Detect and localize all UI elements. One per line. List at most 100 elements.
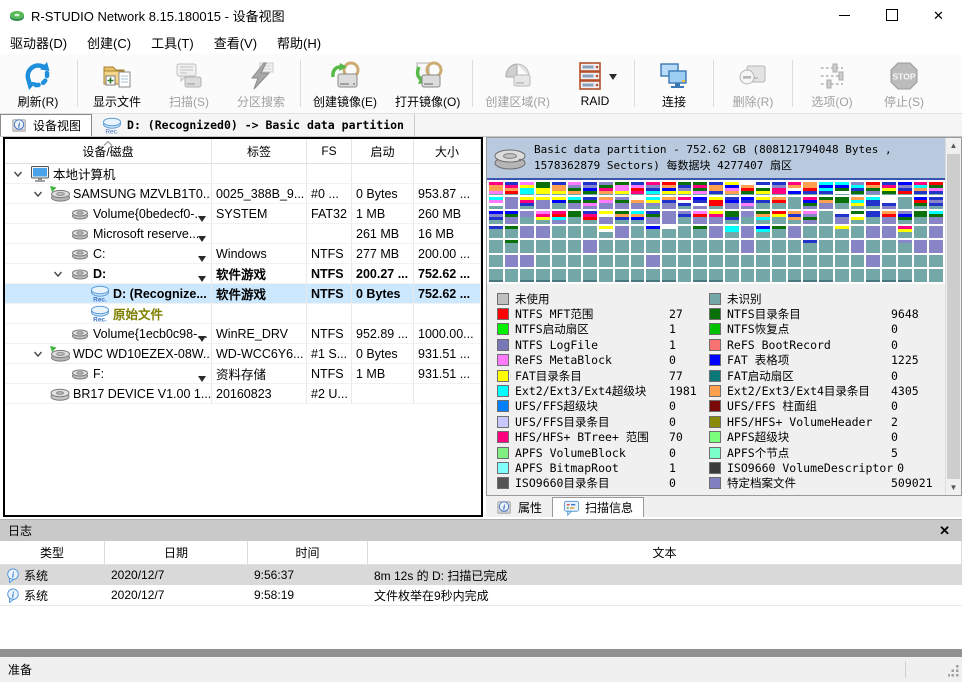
device-size: 16 MB — [414, 224, 481, 243]
scan-panel-scrollbar[interactable]: ▲ ▼ — [945, 138, 961, 495]
column-header-1[interactable]: 标签 — [212, 139, 307, 163]
raid-button[interactable]: RAID — [559, 54, 631, 113]
connect-button[interactable]: 连接 — [638, 54, 710, 113]
expander-icon[interactable] — [29, 189, 47, 199]
menu-item-2[interactable]: 工具(T) — [141, 29, 204, 56]
log-column-header-0[interactable]: 类型 — [0, 541, 105, 564]
legend-value: 0 — [891, 399, 898, 413]
scan-block — [693, 211, 707, 224]
scan-block — [631, 211, 645, 224]
scan-block — [725, 269, 739, 282]
expander-icon[interactable] — [29, 349, 47, 359]
scan-block — [693, 226, 707, 239]
device-row-6[interactable]: Rec.D: (Recognize...软件游戏NTFS0 Bytes752.6… — [5, 284, 481, 304]
scroll-up-icon[interactable]: ▲ — [946, 138, 961, 153]
log-column-header-2[interactable]: 时间 — [248, 541, 368, 564]
column-header-2[interactable]: FS — [307, 139, 352, 163]
column-header-0[interactable]: 设备/磁盘 — [5, 139, 212, 163]
scan-block — [489, 255, 503, 268]
tab-label: D: (Recognized0) -> Basic data partition — [127, 118, 404, 132]
volume-dropdown-icon[interactable] — [198, 251, 206, 263]
scan-block — [615, 240, 629, 253]
tab-device-view[interactable]: i设备视图 — [0, 114, 92, 136]
device-row-3[interactable]: Microsoft reserve...261 MB16 MB — [5, 224, 481, 244]
scan-block — [536, 211, 550, 224]
info-tab-icon: i — [496, 499, 513, 516]
legend-swatch — [709, 400, 721, 412]
legend-item: ReFS BootRecord0 — [709, 337, 945, 352]
device-row-8[interactable]: Volume{1ecb0c98-...WinRE_DRVNTFS952.89 .… — [5, 324, 481, 344]
log-column-header-3[interactable]: 文本 — [368, 541, 962, 564]
scan-block — [599, 182, 613, 195]
open-image-button[interactable]: 打开镜像(O) — [386, 54, 469, 113]
device-row-7[interactable]: Rec.原始文件 — [5, 304, 481, 324]
device-row-9[interactable]: WDC WD10EZEX-08W...WD-WCC6Y6...#1 S...0 … — [5, 344, 481, 364]
log-date: 2020/12/7 — [105, 565, 248, 585]
scan-block — [646, 211, 660, 224]
scan-block — [568, 226, 582, 239]
legend-label: FAT 表格项 — [727, 352, 887, 368]
device-row-4[interactable]: C:WindowsNTFS277 MB200.00 ... — [5, 244, 481, 264]
scan-block — [615, 226, 629, 239]
volume-dropdown-icon[interactable] — [198, 331, 206, 343]
volume-dropdown-icon[interactable] — [198, 271, 206, 283]
device-row-0[interactable]: 本地计算机 — [5, 164, 481, 184]
create-image-label: 创建镜像(E) — [313, 93, 377, 110]
expander-icon[interactable] — [49, 269, 67, 279]
legend-item: APFS超级块0 — [709, 430, 945, 445]
scrollbar-thumb[interactable] — [947, 154, 960, 479]
log-type: i系统 — [0, 565, 105, 585]
device-fs — [307, 164, 352, 183]
device-row-10[interactable]: F:资料存储NTFS1 MB931.51 ... — [5, 364, 481, 384]
device-row-5[interactable]: D:软件游戏NTFS200.27 ...752.62 ... — [5, 264, 481, 284]
device-start — [352, 304, 414, 323]
scan-block — [505, 255, 519, 268]
column-header-4[interactable]: 大小 — [414, 139, 481, 163]
log-row-0[interactable]: i系统2020/12/79:56:378m 12s 的 D: 扫描已完成 — [0, 565, 962, 585]
log-close-button[interactable]: ✕ — [935, 524, 954, 537]
scan-block — [851, 240, 865, 253]
volume-dropdown-icon[interactable] — [198, 231, 206, 243]
column-header-3[interactable]: 启动 — [352, 139, 414, 163]
options-button: 选项(O) — [796, 54, 868, 113]
scroll-down-icon[interactable]: ▼ — [946, 480, 961, 495]
scan-block — [772, 255, 786, 268]
device-row-1[interactable]: SAMSUNG MZVLB1T0...0025_388B_9...#0 ...0… — [5, 184, 481, 204]
tab-partition[interactable]: Rec.D: (Recognized0) -> Basic data parti… — [92, 114, 415, 136]
refresh-button[interactable]: 刷新(R) — [2, 54, 74, 113]
device-row-11[interactable]: BR17 DEVICE V1.00 1....20160823#2 U... — [5, 384, 481, 404]
device-label: WD-WCC6Y6... — [212, 344, 307, 363]
expander-icon[interactable] — [9, 169, 27, 179]
log-column-header-1[interactable]: 日期 — [105, 541, 248, 564]
menu-item-4[interactable]: 帮助(H) — [267, 29, 331, 56]
menu-item-1[interactable]: 创建(C) — [77, 29, 141, 56]
legend-swatch — [709, 354, 721, 366]
menu-item-3[interactable]: 查看(V) — [204, 29, 267, 56]
legend-item: UFS/FFS 柱面组0 — [709, 399, 945, 414]
create-image-button[interactable]: 创建镜像(E) — [304, 54, 386, 113]
partition-info-text: Basic data partition - 752.62 GB (808121… — [534, 142, 945, 174]
scan-block — [914, 269, 928, 282]
menu-item-0[interactable]: 驱动器(D) — [0, 29, 77, 56]
volume-icon — [71, 326, 89, 341]
tab-properties[interactable]: i属性 — [486, 497, 552, 517]
open-image-label: 打开镜像(O) — [395, 93, 460, 110]
show-files-button[interactable]: 显示文件 — [81, 54, 153, 113]
toolbar: 刷新(R)显示文件扫描(S)分区搜索创建镜像(E)打开镜像(O)创建区域(R)R… — [0, 54, 962, 114]
tab-scan-info[interactable]: 扫描信息 — [552, 497, 644, 517]
device-row-2[interactable]: Volume{0bedecf0-...SYSTEMFAT321 MB260 MB — [5, 204, 481, 224]
scan-block — [756, 269, 770, 282]
volume-dropdown-icon[interactable] — [198, 371, 206, 383]
minimize-button[interactable] — [821, 0, 868, 30]
maximize-button[interactable] — [868, 0, 915, 30]
scan-block — [929, 240, 943, 253]
legend-item: HFS/HFS+ VolumeHeader2 — [709, 414, 945, 429]
device-label: 资料存储 — [212, 364, 307, 383]
scan-block — [741, 240, 755, 253]
log-row-1[interactable]: i系统2020/12/79:58:19文件枚举在9秒内完成 — [0, 585, 962, 606]
resize-grip-icon[interactable] — [948, 665, 960, 680]
volume-dropdown-icon[interactable] — [198, 211, 206, 223]
dropdown-caret-icon[interactable] — [609, 69, 617, 83]
close-button[interactable]: ✕ — [915, 0, 962, 30]
scan-block — [489, 240, 503, 253]
